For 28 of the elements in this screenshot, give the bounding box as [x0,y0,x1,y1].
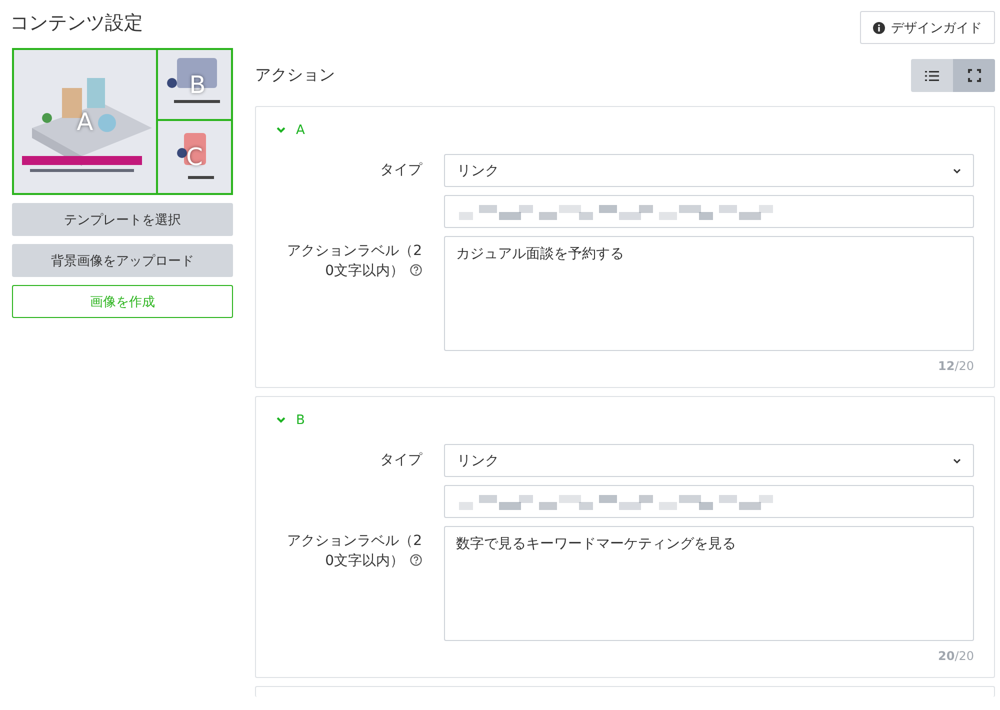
view-toggle-button[interactable] [953,59,995,92]
action-label-field[interactable]: カジュアル面談を予約する [444,236,974,351]
char-counter: 20/20 [936,649,974,663]
type-select[interactable]: リンク [444,154,974,187]
design-guide-button[interactable]: デザインガイド [860,11,995,44]
type-select[interactable]: リンク [444,444,974,477]
action-label-caption: アクションラベル（20文字以内） [286,532,422,571]
char-counter: 12/20 [936,359,974,373]
page-title: コンテンツ設定 [10,11,144,36]
url-field[interactable] [444,195,974,228]
action-label-caption: アクションラベル（20文字以内） [286,242,422,281]
caret-icon [953,458,961,464]
side-button[interactable]: テンプレートを選択 [12,203,233,236]
info-icon [873,22,885,34]
section-title: アクション [255,65,335,86]
list-icon [925,70,939,82]
view-toggle-button[interactable] [911,59,953,92]
help-icon [410,554,422,566]
url-field[interactable] [444,485,974,518]
action-label-field[interactable]: 数字で見るキーワードマーケティングを見る [444,526,974,641]
chevron-icon [276,416,286,424]
type-label: タイプ [379,161,422,180]
fullscreen-icon [968,69,980,82]
caret-icon [953,168,961,174]
type-label: タイプ [379,451,422,470]
chevron-icon [276,126,286,134]
help-icon [410,264,422,276]
side-button[interactable]: 背景画像をアップロード [12,244,233,277]
